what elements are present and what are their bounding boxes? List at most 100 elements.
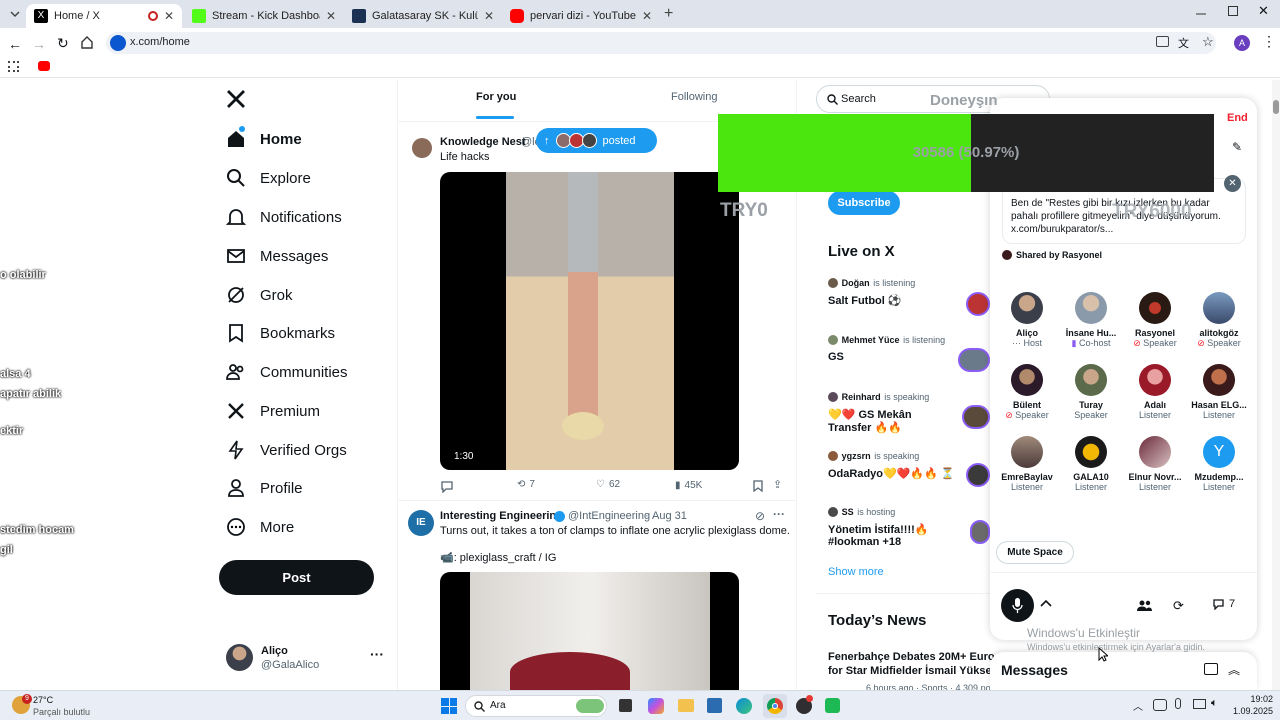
tab-home-x[interactable]: X Home / X ✕ — [26, 4, 182, 28]
back-icon[interactable]: ← — [8, 36, 22, 52]
dismiss-shared-icon[interactable]: ✕ — [1224, 175, 1241, 192]
space-participant[interactable]: Adalı Listener — [1127, 364, 1183, 420]
show-more-link[interactable]: Show more — [828, 566, 884, 578]
app-icon[interactable] — [825, 698, 840, 713]
live-avatar-ring[interactable] — [962, 405, 990, 429]
live-item[interactable]: SS is hosting Yönetim İstifa!!!!🔥 #lookm… — [828, 503, 988, 548]
site-info-icon[interactable] — [110, 35, 126, 51]
taskbar-search[interactable]: Ara — [465, 695, 607, 717]
more-dots-icon[interactable]: ··· — [370, 646, 384, 662]
retweet-button[interactable]: ⟲ 7 — [517, 479, 535, 490]
share-icon[interactable]: ⇪ — [773, 478, 782, 491]
x-logo-icon[interactable] — [226, 89, 246, 109]
tab-following[interactable]: Following — [671, 91, 717, 103]
new-message-icon[interactable] — [1204, 663, 1218, 675]
space-participant[interactable]: Elnur Novr... Listener — [1127, 436, 1183, 492]
weather-widget[interactable]: 9 27°C Parçalı bulutlu — [12, 694, 102, 718]
nav-explore[interactable]: Explore — [226, 163, 311, 193]
more-dots-icon[interactable]: ··· — [773, 507, 785, 521]
account-switcher[interactable]: Aliço @GalaAlico ··· — [226, 640, 386, 676]
space-participant[interactable]: Rasyonel ⊘ Speaker — [1127, 292, 1183, 349]
display-icon[interactable] — [1193, 699, 1206, 709]
close-window-button[interactable]: ✕ — [1258, 3, 1269, 19]
start-button[interactable] — [441, 698, 457, 714]
nav-premium[interactable]: Premium — [226, 396, 320, 426]
nav-more[interactable]: More — [226, 512, 294, 542]
chrome-icon[interactable] — [763, 694, 787, 718]
home-icon[interactable] — [80, 35, 94, 49]
live-avatar-ring[interactable] — [970, 520, 990, 544]
space-participant[interactable]: alitokgöz ⊘ Speaker — [1191, 292, 1247, 349]
clock-date[interactable]: 1.09.2025 — [1221, 706, 1273, 716]
post-author[interactable]: Interesting Engineering — [440, 510, 563, 522]
bookmark-post-icon[interactable] — [753, 480, 763, 492]
new-tab-button[interactable]: + — [664, 5, 673, 23]
edge-icon[interactable] — [736, 698, 752, 714]
video-player[interactable]: 1:30 — [440, 172, 739, 470]
grok-icon[interactable]: ⊘ — [755, 509, 765, 523]
microphone-button[interactable] — [1001, 589, 1034, 622]
space-participant[interactable]: Aliço ··· Host — [999, 292, 1055, 348]
space-participant[interactable]: GALA10 Listener — [1063, 436, 1119, 492]
nav-communities[interactable]: Communities — [226, 357, 348, 387]
nav-grok[interactable]: Grok — [226, 280, 293, 310]
store-icon[interactable] — [707, 698, 722, 713]
network-icon[interactable] — [1153, 699, 1167, 711]
tab-close-icon[interactable]: ✕ — [484, 9, 494, 23]
menu-icon[interactable]: ⋮ — [1262, 33, 1276, 50]
task-view-icon[interactable] — [619, 699, 632, 712]
post-date[interactable]: Aug 31 — [652, 510, 687, 522]
space-participant[interactable]: İnsane Hu... ▮ Co-host — [1063, 292, 1119, 349]
nav-bookmarks[interactable]: Bookmarks — [226, 318, 335, 348]
reload-icon[interactable]: ↻ — [57, 35, 69, 52]
space-participant[interactable]: Bülent ⊘ Speaker — [999, 364, 1055, 421]
tab-for-you[interactable]: For you — [476, 91, 516, 103]
space-participant[interactable]: EmreBaylav Listener — [999, 436, 1055, 492]
edit-icon[interactable]: ✎ — [1232, 140, 1242, 154]
tab-close-icon[interactable]: ✕ — [326, 9, 336, 23]
chevron-up-icon[interactable] — [1040, 599, 1052, 607]
space-end-button[interactable]: End — [1227, 112, 1248, 124]
nav-verified-orgs[interactable]: Verified Orgs — [226, 435, 347, 465]
nav-home[interactable]: Home — [226, 124, 302, 154]
subscribe-button[interactable]: Subscribe — [828, 191, 900, 215]
nav-messages[interactable]: Messages — [226, 241, 328, 271]
translate-icon[interactable]: 文 — [1178, 35, 1189, 51]
mute-space-button[interactable]: Mute Space — [996, 541, 1074, 564]
address-bar[interactable]: x.com/home 文 ☆ — [106, 32, 1216, 54]
comments-button[interactable]: 7 — [1212, 598, 1235, 610]
file-explorer-icon[interactable] — [678, 699, 694, 712]
tab-youtube[interactable]: pervari dizi - YouTube ✕ — [502, 4, 660, 28]
live-item[interactable]: Doğan is listening Salt Futbol ⚽ — [828, 274, 988, 307]
avatar[interactable] — [412, 138, 432, 158]
views-button[interactable]: ▮ 45K — [675, 480, 702, 491]
volume-icon[interactable]: 🔈︎ — [1211, 697, 1218, 710]
tab-kick[interactable]: Stream - Kick Dashboard ✕ — [184, 4, 344, 28]
new-posts-pill[interactable]: ↑ posted — [536, 128, 657, 153]
like-button[interactable]: ♡ 62 — [596, 479, 620, 490]
people-icon[interactable] — [1137, 599, 1152, 612]
post-author[interactable]: Knowledge Nest — [440, 136, 526, 148]
tab-galatasaray[interactable]: Galatasaray SK - Kulüp profili | ✕ — [344, 4, 502, 28]
tab-close-icon[interactable]: ✕ — [642, 9, 652, 23]
post-handle[interactable]: @IntEngineering — [568, 510, 650, 522]
live-avatar-ring[interactable] — [966, 292, 990, 316]
apps-grid-icon[interactable] — [8, 61, 19, 72]
tray-chevron-icon[interactable]: ︿ — [1133, 698, 1143, 713]
nav-profile[interactable]: Profile — [226, 473, 303, 503]
live-avatar-ring[interactable] — [966, 463, 990, 487]
copilot-icon[interactable] — [648, 698, 664, 714]
share-space-icon[interactable]: ⟳ — [1173, 598, 1184, 614]
minimize-button[interactable] — [1196, 6, 1206, 16]
forward-icon[interactable]: → — [32, 36, 46, 52]
mic-tray-icon[interactable] — [1175, 698, 1181, 709]
avatar[interactable]: IE — [408, 510, 434, 536]
profile-avatar[interactable]: A — [1234, 35, 1250, 51]
scrollbar-thumb[interactable] — [1273, 100, 1279, 114]
expand-icon[interactable]: ︽ — [1228, 661, 1240, 678]
tab-close-icon[interactable]: ✕ — [164, 9, 174, 23]
page-scrollbar[interactable] — [1272, 80, 1280, 690]
space-participant[interactable]: Hasan ELG... Listener — [1191, 364, 1247, 420]
maximize-button[interactable] — [1228, 6, 1238, 16]
youtube-bookmark-icon[interactable] — [38, 61, 50, 71]
